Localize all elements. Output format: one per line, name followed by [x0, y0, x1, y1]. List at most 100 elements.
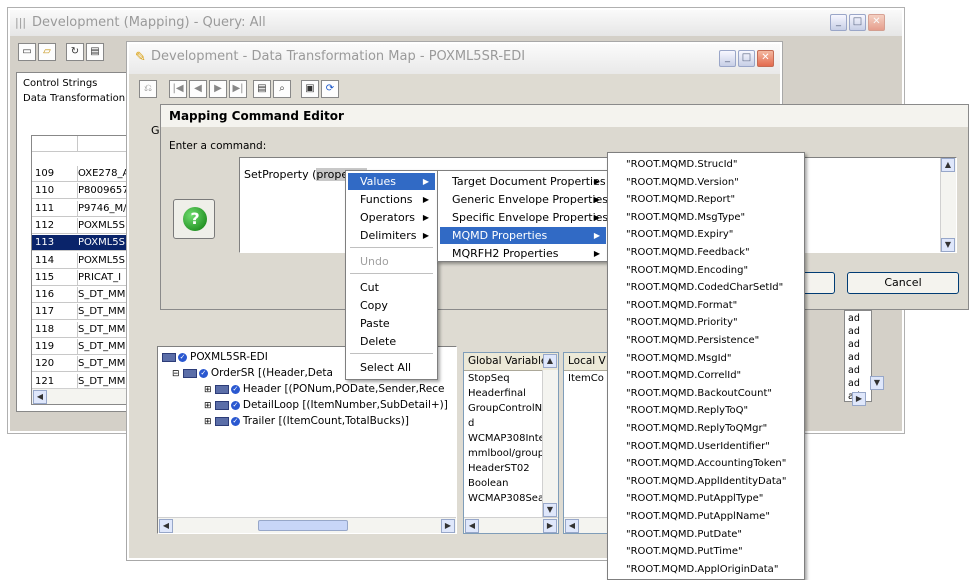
open-icon[interactable]: ▱	[38, 43, 56, 61]
scroll-left-arrow[interactable]: ◀	[33, 390, 47, 404]
menu-item-operators[interactable]: Operators ▶	[348, 209, 435, 226]
table-row[interactable]: 120 S_DT_MM	[32, 356, 140, 373]
list-item[interactable]: d	[468, 418, 474, 429]
help-button[interactable]: ?	[173, 199, 215, 239]
map-close-button[interactable]: ✕	[757, 50, 774, 67]
mqmd-property-item[interactable]: "ROOT.MQMD.Version"	[626, 177, 739, 188]
table-row[interactable]: 112 POXML5S	[32, 217, 140, 234]
list-item[interactable]: WCMAP308Sea	[468, 493, 544, 504]
mqmd-property-item[interactable]: "ROOT.MQMD.Encoding"	[626, 265, 748, 276]
scroll-left-arrow[interactable]: ◀	[565, 519, 579, 533]
list-item[interactable]: Boolean	[468, 478, 509, 489]
mqmd-property-item[interactable]: "ROOT.MQMD.ReplyToQMgr"	[626, 423, 767, 434]
submenu-item[interactable]: Target Document Properties ▶	[440, 173, 606, 190]
print-preview-icon[interactable]: ▤	[253, 80, 271, 98]
reload-icon[interactable]: ⟳	[321, 80, 339, 98]
print-icon[interactable]: ▤	[86, 43, 104, 61]
local-variables-header[interactable]: Local V	[564, 353, 612, 371]
menu-item-delete[interactable]: Delete	[348, 333, 435, 350]
mqmd-property-item[interactable]: "ROOT.MQMD.StrucId"	[626, 159, 738, 170]
list-item[interactable]: ItemCo	[568, 373, 604, 384]
gv-hscrollbar[interactable]: ◀ ▶	[464, 517, 558, 533]
list-item[interactable]: HeaderST02	[468, 463, 530, 474]
mqmd-property-item[interactable]: "ROOT.MQMD.Report"	[626, 194, 735, 205]
menu-item-copy[interactable]: Copy	[348, 297, 435, 314]
last-record-icon[interactable]: ▶|	[229, 80, 247, 98]
back-scroll-right-arrow[interactable]: ▶	[852, 392, 866, 406]
navigate-icon[interactable]: ⎌	[139, 80, 157, 98]
tab-control-strings[interactable]: Control Strings	[23, 78, 97, 89]
table-row[interactable]: 113 POXML5S	[32, 235, 140, 252]
list-item[interactable]: WCMAP308Inte	[468, 433, 545, 444]
scroll-left-arrow[interactable]: ◀	[159, 519, 173, 533]
expand-icon[interactable]: ⊞	[204, 401, 212, 411]
list-item[interactable]: Headerfinal	[468, 388, 526, 399]
table-row[interactable]: 109 OXE278_A	[32, 166, 140, 182]
mqmd-property-item[interactable]: "ROOT.MQMD.ApplOriginData"	[626, 564, 778, 575]
ok-button-partial[interactable]	[801, 272, 835, 294]
list-item[interactable]: mmlbool/groupt	[468, 448, 548, 459]
grid-hscrollbar[interactable]: ◀	[32, 388, 140, 404]
refresh-icon[interactable]: ↻	[66, 43, 84, 61]
scroll-left-arrow[interactable]: ◀	[465, 519, 479, 533]
gv-vscrollbar[interactable]: ▲ ▼	[542, 354, 558, 517]
cancel-button[interactable]: Cancel	[847, 272, 959, 294]
map-minimize-button[interactable]: _	[719, 50, 736, 67]
list-item[interactable]: GroupControlN	[468, 403, 542, 414]
lv-hscrollbar[interactable]: ◀	[564, 517, 612, 533]
collapse-icon[interactable]: ⊟	[172, 369, 180, 379]
save-icon[interactable]: ▣	[301, 80, 319, 98]
submenu-item[interactable]: MQMD Properties ▶	[440, 227, 606, 244]
map-tab-label[interactable]: G	[151, 124, 160, 137]
mqmd-property-item[interactable]: "ROOT.MQMD.Priority"	[626, 317, 738, 328]
mqmd-property-item[interactable]: "ROOT.MQMD.ApplIdentityData"	[626, 476, 787, 487]
tree-trailer[interactable]: ⊞ ✓ Trailer [(ItemCount,TotalBucks)]	[204, 415, 409, 427]
menu-item-paste[interactable]: Paste	[348, 315, 435, 332]
command-vscrollbar[interactable]: ▲ ▼	[940, 158, 956, 252]
mqmd-property-item[interactable]: "ROOT.MQMD.Feedback"	[626, 247, 750, 258]
tree-order[interactable]: ⊟ ✓ OrderSR [(Header,Deta	[172, 367, 333, 379]
list-item[interactable]: StopSeq	[468, 373, 510, 384]
tree-hscrollbar[interactable]: ◀ ▶	[158, 517, 456, 533]
mqmd-property-item[interactable]: "ROOT.MQMD.PutApplType"	[626, 493, 763, 504]
mqmd-property-item[interactable]: "ROOT.MQMD.UserIdentifier"	[626, 441, 770, 452]
mqmd-property-item[interactable]: "ROOT.MQMD.ReplyToQ"	[626, 405, 748, 416]
menu-item-values[interactable]: Values ▶	[348, 173, 435, 190]
scroll-thumb[interactable]	[258, 520, 348, 531]
scroll-up-arrow[interactable]: ▲	[543, 354, 557, 368]
table-row[interactable]: 114 POXML5S	[32, 252, 140, 269]
tab-data-transformation[interactable]: Data Transformation	[23, 93, 125, 104]
submenu-item[interactable]: Generic Envelope Properties ▶	[440, 191, 608, 208]
table-row[interactable]: 115 PRICAT_I	[32, 269, 140, 286]
table-row[interactable]: 110 P8009657	[32, 183, 140, 200]
submenu-item[interactable]: MQRFH2 Properties ▶	[440, 245, 606, 262]
prev-record-icon[interactable]: ◀	[189, 80, 207, 98]
mqmd-property-item[interactable]: "ROOT.MQMD.Expiry"	[626, 229, 733, 240]
tree-root[interactable]: ✓ POXML5SR-EDI	[162, 351, 268, 363]
mqmd-property-item[interactable]: "ROOT.MQMD.PutApplName"	[626, 511, 770, 522]
find-icon[interactable]: ⌕	[273, 80, 291, 98]
mqmd-property-item[interactable]: "ROOT.MQMD.Format"	[626, 300, 737, 311]
close-button[interactable]: ✕	[868, 14, 885, 31]
mqmd-property-item[interactable]: "ROOT.MQMD.PutDate"	[626, 529, 742, 540]
next-record-icon[interactable]: ▶	[209, 80, 227, 98]
new-icon[interactable]: ▭	[18, 43, 36, 61]
scroll-up-arrow[interactable]: ▲	[941, 158, 955, 172]
expand-icon[interactable]: ⊞	[204, 417, 212, 427]
submenu-item[interactable]: Specific Envelope Properties ▶	[440, 209, 608, 226]
table-row[interactable]: 116 S_DT_MM	[32, 287, 140, 304]
table-row[interactable]: 117 S_DT_MM	[32, 304, 140, 321]
menu-item-select-all[interactable]: Select All	[348, 359, 435, 376]
minimize-button[interactable]: _	[830, 14, 847, 31]
mqmd-property-item[interactable]: "ROOT.MQMD.MsgId"	[626, 353, 731, 364]
maximize-button[interactable]: □	[849, 14, 866, 31]
table-row[interactable]: 111 P9746_M/	[32, 200, 140, 217]
back-scroll-down-arrow[interactable]: ▼	[870, 376, 884, 390]
menu-item-functions[interactable]: Functions ▶	[348, 191, 435, 208]
mqmd-property-item[interactable]: "ROOT.MQMD.Persistence"	[626, 335, 759, 346]
scroll-down-arrow[interactable]: ▼	[941, 238, 955, 252]
scroll-right-arrow[interactable]: ▶	[441, 519, 455, 533]
mqmd-property-item[interactable]: "ROOT.MQMD.BackoutCount"	[626, 388, 772, 399]
table-row[interactable]: 118 S_DT_MM	[32, 321, 140, 338]
mqmd-property-item[interactable]: "ROOT.MQMD.PutTime"	[626, 546, 743, 557]
